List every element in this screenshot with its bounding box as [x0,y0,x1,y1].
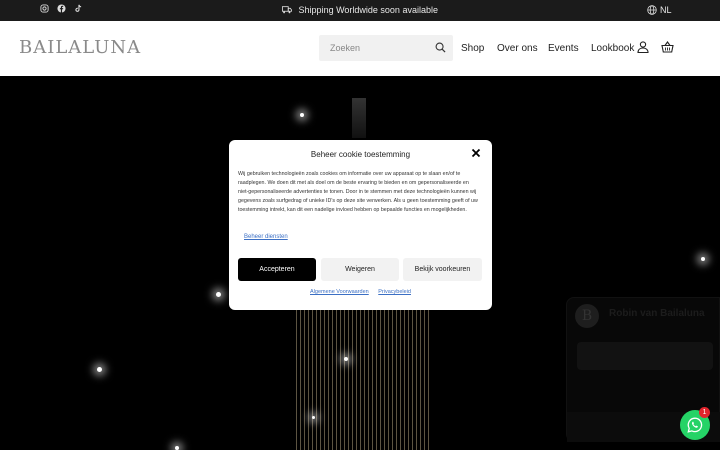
site-header: BAILALUNA Shop Over ons Events Lookbook [0,21,720,76]
nav-over-ons[interactable]: Over ons [497,43,538,54]
search-icon[interactable] [435,42,446,53]
announcement-bar: Shipping Worldwide soon available NL [0,0,720,21]
manage-services-link[interactable]: Beheer diensten [244,234,288,240]
chat-message [577,342,713,370]
chandelier-top [352,98,366,138]
sparkle [312,416,315,419]
search-input[interactable] [319,35,429,61]
shipping-text: Shipping Worldwide soon available [298,5,438,15]
cookie-consent-dialog: Beheer cookie toestemming Wij gebruiken … [229,140,492,310]
account-icon[interactable] [637,41,649,53]
language-switcher[interactable]: NL [647,5,672,15]
whatsapp-button[interactable]: 1 [680,407,710,440]
sparkle [216,292,221,297]
whatsapp-icon [687,417,703,433]
view-preferences-button[interactable]: Bekijk voorkeuren [403,258,482,281]
cookie-title: Beheer cookie toestemming [310,150,411,159]
accept-button[interactable]: Accepteren [238,258,316,281]
cookie-footer-links: Algemene Voorwaarden Privacybeleid [229,289,492,295]
sparkle [97,367,102,372]
notification-badge: 1 [699,407,710,418]
nav-lookbook[interactable]: Lookbook [591,43,634,54]
chat-avatar: B [575,304,599,328]
globe-icon [647,5,657,15]
sparkle [300,113,304,117]
search-bar [319,35,453,61]
language-label: NL [660,5,672,15]
basket-icon[interactable] [661,41,674,53]
terms-link[interactable]: Algemene Voorwaarden [310,289,369,295]
sparkle [701,257,705,261]
sparkle [344,357,348,361]
privacy-link[interactable]: Privacybeleid [378,289,411,295]
shipping-notice: Shipping Worldwide soon available [0,5,720,15]
nav-shop[interactable]: Shop [461,43,484,54]
nav-events[interactable]: Events [548,43,579,54]
cookie-description: Wij gebruiken technologieën zoals cookie… [238,171,478,214]
truck-icon [282,6,293,14]
deny-button[interactable]: Weigeren [321,258,399,281]
site-logo[interactable]: BAILALUNA [19,37,141,58]
chat-agent-name: Robin van Bailaluna [609,308,705,319]
close-icon[interactable] [471,148,481,158]
sparkle [175,446,179,450]
